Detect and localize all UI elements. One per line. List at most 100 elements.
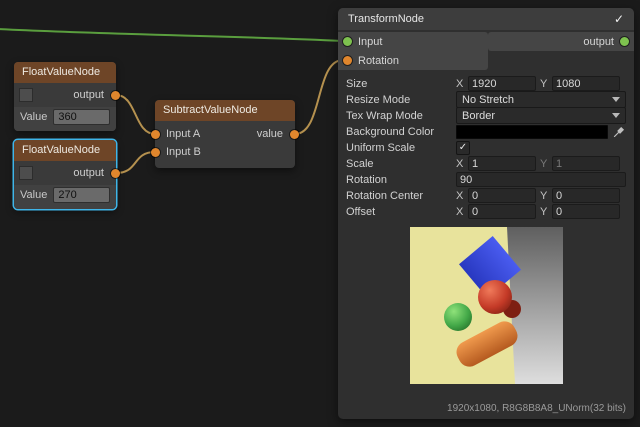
wire-float1-to-subtract-input-a[interactable] (116, 95, 155, 134)
background-color-control (456, 125, 626, 139)
resize-mode-dropdown[interactable]: No Stretch (456, 91, 626, 108)
scale-y-input (552, 156, 620, 171)
wire-float2-to-subtract-input-b[interactable] (116, 152, 155, 173)
rotation-row: Rotation (346, 172, 626, 187)
rotation-center-label: Rotation Center (346, 190, 456, 202)
scale-label: Scale (346, 158, 456, 170)
value-label: Value (20, 189, 47, 201)
transform-ports-section: Input Rotation output (338, 30, 634, 70)
offset-label: Offset (346, 206, 456, 218)
wire-subtract-to-transform-rotation[interactable] (295, 60, 343, 134)
size-label: Size (346, 78, 456, 90)
preview-image (410, 227, 563, 384)
texture-preview (410, 227, 563, 384)
resize-mode-value: No Stretch (462, 94, 612, 106)
rotation-port-label: Rotation (358, 55, 399, 67)
size-control: X Y (456, 76, 626, 91)
scale-x-label: X (456, 158, 464, 170)
rotation-center-x-input[interactable] (468, 188, 536, 203)
resize-mode-label: Resize Mode (346, 94, 456, 106)
float-node-2-value-row: Value (14, 185, 116, 209)
output-port-label: output (73, 167, 104, 179)
transform-node-title: TransformNode (348, 13, 614, 25)
resize-mode-row: Resize Mode No Stretch (346, 92, 626, 107)
float-value-node-2[interactable]: FloatValueNode output Value (14, 140, 116, 209)
float-value-input[interactable] (53, 187, 110, 203)
background-color-label: Background Color (346, 126, 456, 138)
node-enabled-checkbox[interactable]: ✓ (614, 12, 624, 26)
rotation-center-control: X Y (456, 188, 626, 203)
rotation-control (456, 172, 626, 187)
size-x-input[interactable] (468, 76, 536, 91)
transform-properties: Size X Y Resize Mode No Stretch Tex Wrap… (338, 70, 634, 219)
transform-node-header[interactable]: TransformNode ✓ (338, 8, 634, 30)
subtract-row-a: Input A value (155, 125, 295, 143)
float-node-2-output-row: output (14, 161, 116, 185)
value-output-label: value (257, 128, 283, 140)
input-b-label: Input B (166, 146, 201, 158)
value-label: Value (20, 111, 47, 123)
input-a-label: Input A (166, 128, 200, 140)
rotation-center-y-input[interactable] (552, 188, 620, 203)
input-a-port-dot[interactable] (151, 130, 160, 139)
rotation-label: Rotation (346, 174, 456, 186)
rotation-input[interactable] (456, 172, 626, 187)
offset-x-input[interactable] (468, 204, 536, 219)
subtract-node-body: Input A value Input B (155, 121, 295, 168)
input-port-label: Input (358, 36, 382, 48)
background-color-row: Background Color (346, 124, 626, 139)
size-row: Size X Y (346, 76, 626, 91)
uniform-scale-label: Uniform Scale (346, 142, 456, 154)
rotation-port-dot[interactable] (343, 56, 352, 65)
size-y-input[interactable] (552, 76, 620, 91)
uniform-scale-control: ✓ (456, 141, 626, 155)
tex-wrap-mode-control: Border (456, 107, 626, 124)
value-output-port-dot[interactable] (290, 130, 299, 139)
uniform-scale-row: Uniform Scale ✓ (346, 140, 626, 155)
output-port-dot[interactable] (111, 91, 120, 100)
input-port-dot[interactable] (343, 37, 352, 46)
transform-node[interactable]: TransformNode ✓ Input Rotation output Si… (338, 8, 634, 419)
rotation-center-y-label: Y (540, 190, 548, 202)
output-port-box: output (488, 32, 634, 51)
chevron-down-icon (612, 113, 620, 118)
offset-x-label: X (456, 206, 464, 218)
output-port-dot[interactable] (111, 169, 120, 178)
float-node-1-output-row: output (14, 83, 116, 107)
tex-wrap-mode-row: Tex Wrap Mode Border (346, 108, 626, 123)
preview-toggle-box[interactable] (19, 88, 33, 102)
subtract-row-b: Input B (155, 143, 295, 161)
tex-wrap-mode-dropdown[interactable]: Border (456, 107, 626, 124)
chevron-down-icon (612, 97, 620, 102)
scale-y-label: Y (540, 158, 548, 170)
resize-mode-control: No Stretch (456, 91, 626, 108)
uniform-scale-checkbox[interactable]: ✓ (456, 141, 470, 155)
offset-y-input[interactable] (552, 204, 620, 219)
wire-offscreen-to-transform-input[interactable] (0, 29, 343, 41)
subtract-value-node[interactable]: SubtractValueNode Input A value Input B (155, 100, 295, 168)
input-b-port-dot[interactable] (151, 148, 160, 157)
output-port-label: output (583, 36, 614, 48)
tex-wrap-mode-label: Tex Wrap Mode (346, 110, 456, 122)
node-graph-editor: { "graph": { "float_node_1": { "title": … (0, 0, 640, 427)
eyedropper-icon[interactable] (612, 125, 626, 138)
offset-row: Offset X Y (346, 204, 626, 219)
float-node-2-header[interactable]: FloatValueNode (14, 140, 116, 161)
rotation-center-x-label: X (456, 190, 464, 202)
rotation-port-row: Rotation (338, 51, 488, 70)
preview-toggle-box[interactable] (19, 166, 33, 180)
scale-x-input[interactable] (468, 156, 536, 171)
scale-row: Scale X Y (346, 156, 626, 171)
input-port-row: Input (338, 32, 488, 51)
float-node-1-header[interactable]: FloatValueNode (14, 62, 116, 83)
output-port-label: output (73, 89, 104, 101)
output-port-dot[interactable] (620, 37, 629, 46)
texture-format-caption: 1920x1080, R8G8B8A8_UNorm(32 bits) (447, 403, 626, 414)
offset-y-label: Y (540, 206, 548, 218)
float-node-1-value-row: Value (14, 107, 116, 131)
subtract-node-header[interactable]: SubtractValueNode (155, 100, 295, 121)
size-y-label: Y (540, 78, 548, 90)
background-color-swatch[interactable] (456, 125, 608, 139)
float-value-input[interactable] (53, 109, 110, 125)
float-value-node-1[interactable]: FloatValueNode output Value (14, 62, 116, 131)
